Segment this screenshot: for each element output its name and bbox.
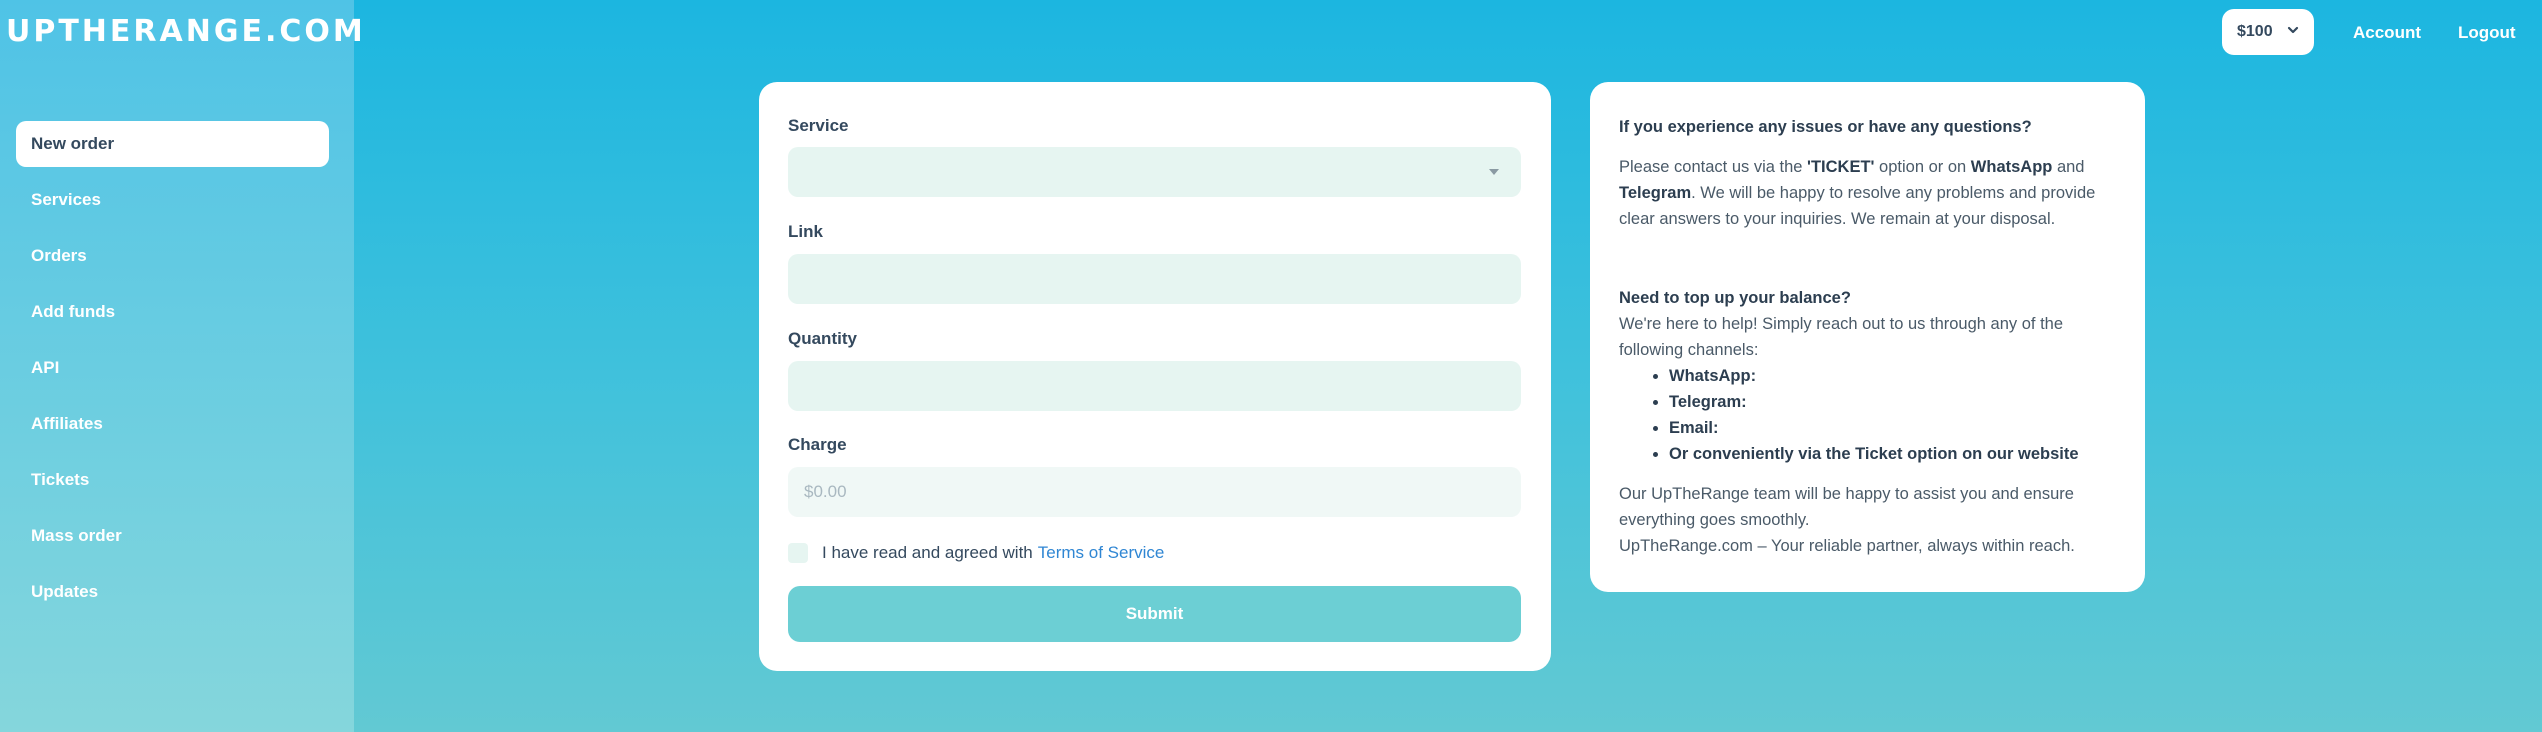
quantity-input[interactable] bbox=[788, 361, 1521, 411]
terms-of-service-link[interactable]: Terms of Service bbox=[1038, 543, 1165, 563]
sidebar: UPTHERANGE.COM New order Services Orders… bbox=[0, 0, 363, 732]
info-panel: If you experience any issues or have any… bbox=[1590, 82, 2145, 592]
list-item: Email: bbox=[1669, 415, 2116, 441]
info-tagline: UpTheRange.com – Your reliable partner, … bbox=[1619, 537, 2075, 555]
account-link[interactable]: Account bbox=[2353, 23, 2421, 43]
list-item: Or conveniently via the Ticket option on… bbox=[1669, 441, 2116, 467]
sidebar-item-services[interactable]: Services bbox=[16, 177, 329, 223]
info-heading-topup: Need to top up your balance? bbox=[1619, 289, 1851, 307]
caret-down-icon bbox=[1489, 169, 1499, 175]
quantity-label: Quantity bbox=[788, 329, 857, 348]
submit-button[interactable]: Submit bbox=[788, 586, 1521, 642]
charge-field: $0.00 bbox=[788, 467, 1521, 517]
sidebar-nav: New order Services Orders Add funds API … bbox=[16, 121, 329, 625]
sidebar-item-api[interactable]: API bbox=[16, 345, 329, 391]
link-label: Link bbox=[788, 222, 823, 241]
list-item: WhatsApp: bbox=[1669, 363, 2116, 389]
chevron-down-icon bbox=[2287, 26, 2299, 34]
service-select[interactable] bbox=[788, 147, 1521, 197]
sidebar-item-mass-order[interactable]: Mass order bbox=[16, 513, 329, 559]
info-heading-support: If you experience any issues or have any… bbox=[1619, 118, 2032, 136]
logout-link[interactable]: Logout bbox=[2458, 23, 2516, 43]
info-team-text: Our UpTheRange team will be happy to ass… bbox=[1619, 485, 2074, 529]
link-input[interactable] bbox=[788, 254, 1521, 304]
sidebar-item-updates[interactable]: Updates bbox=[16, 569, 329, 615]
info-topup-text: We're here to help! Simply reach out to … bbox=[1619, 315, 2064, 359]
list-item: Telegram: bbox=[1669, 389, 2116, 415]
sidebar-item-add-funds[interactable]: Add funds bbox=[16, 289, 329, 335]
sidebar-item-orders[interactable]: Orders bbox=[16, 233, 329, 279]
sidebar-item-tickets[interactable]: Tickets bbox=[16, 457, 329, 503]
tos-agreement: I have read and agreed with Terms of Ser… bbox=[788, 543, 1164, 563]
new-order-form: Service Link Quantity Charge $0.00 I hav… bbox=[759, 82, 1551, 671]
sidebar-item-new-order[interactable]: New order bbox=[16, 121, 329, 167]
balance-value: $100 bbox=[2237, 23, 2273, 40]
tos-checkbox[interactable] bbox=[788, 543, 808, 563]
charge-label: Charge bbox=[788, 435, 847, 454]
balance-dropdown[interactable]: $100 bbox=[2222, 9, 2314, 55]
tos-text: I have read and agreed with bbox=[822, 543, 1033, 562]
service-label: Service bbox=[788, 116, 849, 135]
site-logo[interactable]: UPTHERANGE.COM bbox=[6, 14, 366, 49]
contact-channel-list: WhatsApp: Telegram: Email: Or convenient… bbox=[1669, 363, 2116, 467]
info-support-text: Please contact us via the 'TICKET' optio… bbox=[1619, 158, 2096, 228]
sidebar-item-affiliates[interactable]: Affiliates bbox=[16, 401, 329, 447]
